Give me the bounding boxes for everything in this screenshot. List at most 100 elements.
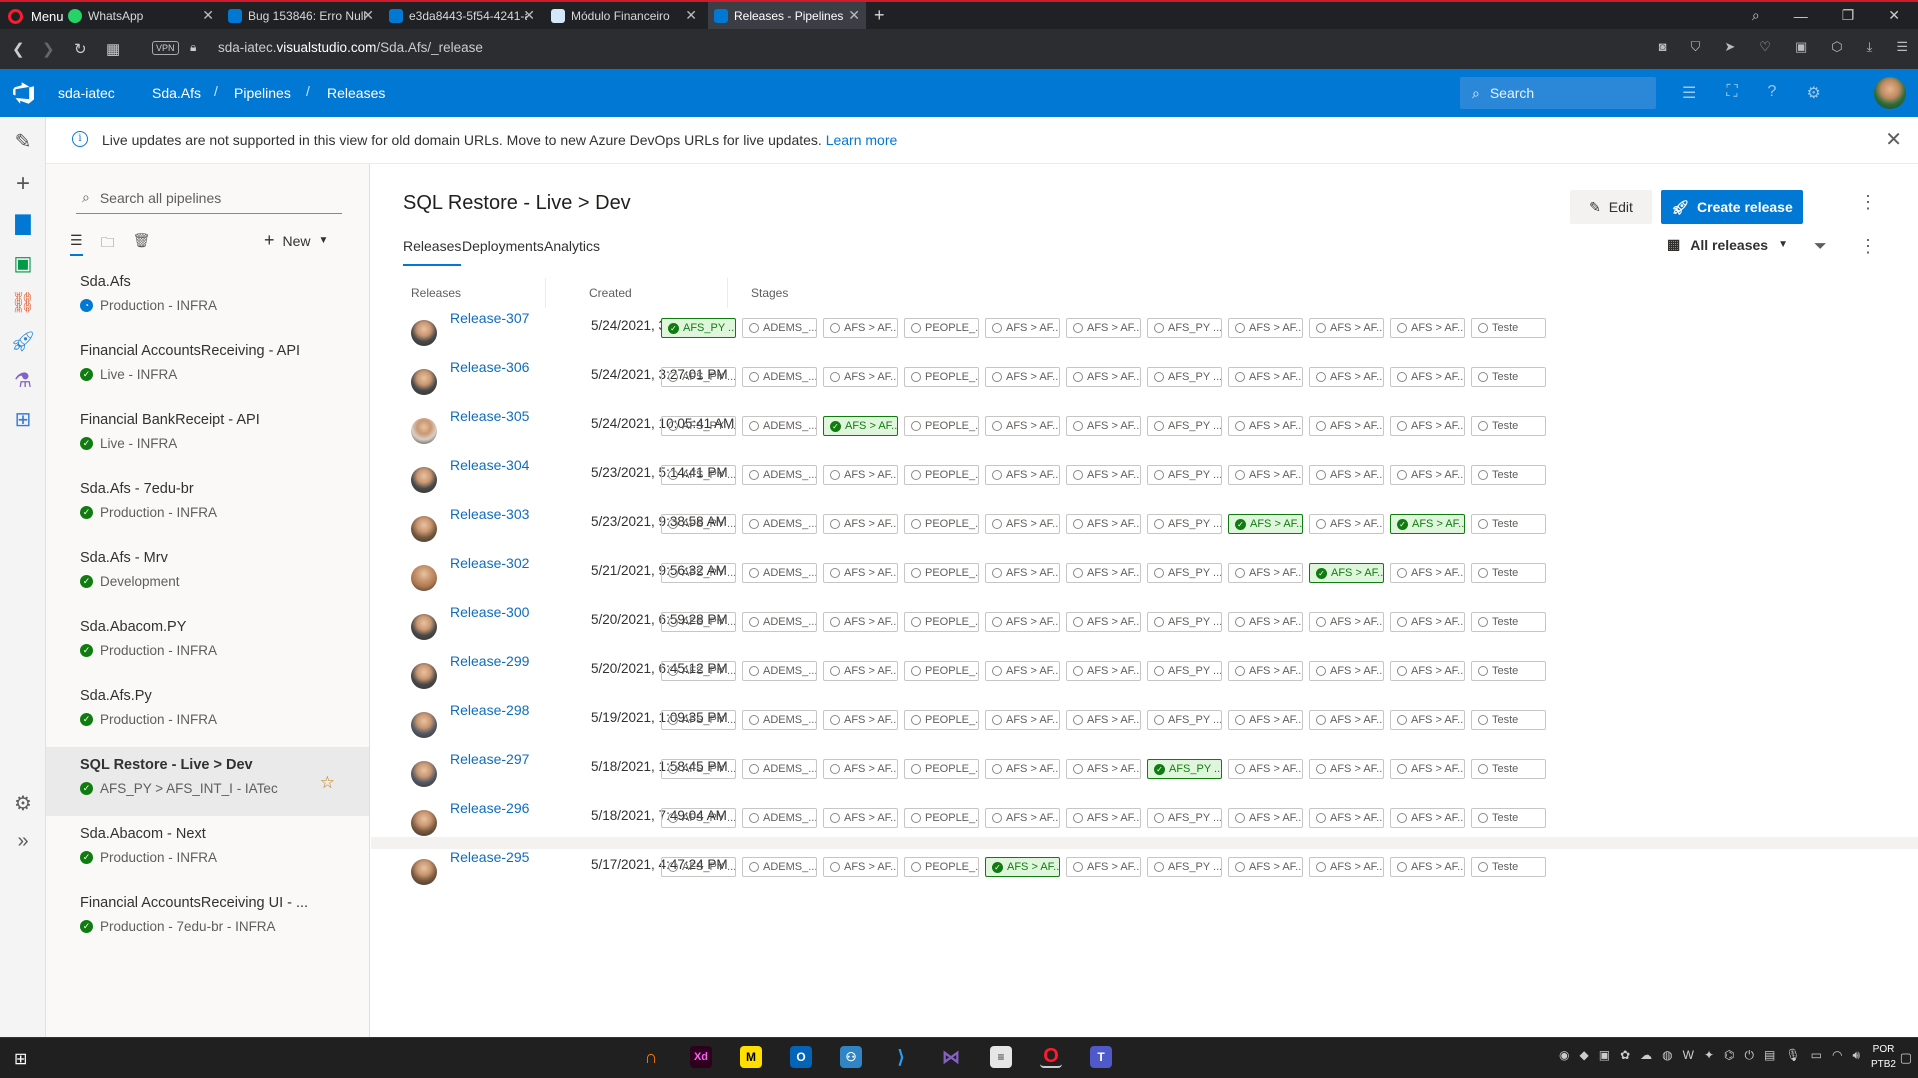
- pipelines-icon[interactable]: 🚀︎: [10, 329, 35, 353]
- stage-not-deployed[interactable]: AFS > AF...: [1309, 514, 1384, 534]
- stage-not-deployed[interactable]: PEOPLE_...: [904, 318, 979, 338]
- stage-not-deployed[interactable]: AFS > AF...: [823, 661, 898, 681]
- stage-succeeded[interactable]: ✓ AFS > AF...: [823, 416, 898, 436]
- stage-not-deployed[interactable]: AFS > AF...: [1390, 857, 1465, 877]
- stage-not-deployed[interactable]: ADEMS_...: [742, 857, 817, 877]
- pipeline-item[interactable]: Financial AccountsReceiving UI - ... ✓ Pr…: [46, 885, 369, 954]
- pipeline-item[interactable]: Sda.Afs.Py ✓ Production - INFRA: [46, 678, 369, 747]
- opera-menu-button[interactable]: Menu: [8, 6, 64, 26]
- stage-not-deployed[interactable]: Teste: [1471, 612, 1546, 632]
- release-row[interactable]: Release-306 5/24/2021, 3:27:01 PM AFS_PY .…: [371, 359, 1918, 408]
- stage-not-deployed[interactable]: AFS_PY ...: [661, 661, 736, 681]
- stage-not-deployed[interactable]: ADEMS_...: [742, 661, 817, 681]
- release-row[interactable]: Release-307 5/24/2021, 3:38:37 PM ✓ AFS_PY …: [371, 310, 1918, 359]
- stage-not-deployed[interactable]: ADEMS_...: [742, 465, 817, 485]
- box-icon[interactable]: ⬡: [1831, 39, 1842, 55]
- release-row[interactable]: Release-295 5/17/2021, 4:47:24 PM AFS_PY .…: [371, 849, 1918, 898]
- tray-app-icon[interactable]: ⏻: [1745, 1048, 1755, 1063]
- close-tab-icon[interactable]: ✕: [848, 7, 860, 24]
- headset-app-icon[interactable]: ∩: [640, 1046, 662, 1068]
- tray-app-icon[interactable]: ▤: [1764, 1048, 1775, 1063]
- stage-not-deployed[interactable]: AFS > AF...: [1390, 367, 1465, 387]
- artifacts-icon[interactable]: ⊞: [11, 407, 35, 431]
- tab-releases-pipelines[interactable]: Releases - Pipelines ✕: [708, 2, 866, 29]
- overview-icon[interactable]: ▇: [11, 211, 35, 235]
- stage-not-deployed[interactable]: AFS > AF...: [985, 808, 1060, 828]
- microphone-icon[interactable]: 🎙︎: [1785, 1048, 1800, 1063]
- stage-not-deployed[interactable]: AFS > AF...: [823, 514, 898, 534]
- tray-app-icon[interactable]: ✿: [1620, 1048, 1630, 1063]
- stage-not-deployed[interactable]: AFS > AF...: [1066, 661, 1141, 681]
- close-tab-icon[interactable]: ✕: [362, 7, 374, 24]
- new-tab-button[interactable]: +: [868, 2, 892, 29]
- stage-not-deployed[interactable]: AFS > AF...: [1390, 612, 1465, 632]
- stage-not-deployed[interactable]: PEOPLE_...: [904, 759, 979, 779]
- stage-not-deployed[interactable]: AFS > AF...: [823, 857, 898, 877]
- repos-icon[interactable]: ⛓: [10, 290, 35, 314]
- stage-succeeded[interactable]: ✓ AFS > AF...: [1228, 514, 1303, 534]
- stage-not-deployed[interactable]: AFS > AF...: [823, 710, 898, 730]
- tab-deployments[interactable]: Deployments: [462, 238, 544, 266]
- stage-not-deployed[interactable]: AFS_PY ...: [661, 563, 736, 583]
- stage-not-deployed[interactable]: AFS_PY ...: [661, 857, 736, 877]
- shield-icon[interactable]: ⛉: [1691, 39, 1701, 55]
- release-row[interactable]: Release-305 5/24/2021, 10:05:41 AM AFS_PY …: [371, 408, 1918, 457]
- release-link[interactable]: Release-297: [450, 751, 529, 767]
- stage-not-deployed[interactable]: AFS > AF...: [1309, 759, 1384, 779]
- onedrive-icon[interactable]: ☁: [1640, 1048, 1652, 1063]
- user-avatar[interactable]: [1874, 77, 1906, 109]
- stage-not-deployed[interactable]: AFS_PY ...: [661, 612, 736, 632]
- release-row[interactable]: Release-298 5/19/2021, 1:09:35 PM AFS_PY .…: [371, 702, 1918, 751]
- stage-not-deployed[interactable]: AFS_PY ...: [661, 367, 736, 387]
- stage-not-deployed[interactable]: Teste: [1471, 465, 1546, 485]
- stage-not-deployed[interactable]: AFS > AF...: [1309, 661, 1384, 681]
- learn-more-link[interactable]: Learn more: [826, 132, 898, 148]
- stage-not-deployed[interactable]: AFS_PY ...: [1147, 563, 1222, 583]
- stage-not-deployed[interactable]: AFS_PY ...: [661, 514, 736, 534]
- release-link[interactable]: Release-303: [450, 506, 529, 522]
- stage-not-deployed[interactable]: ADEMS_...: [742, 759, 817, 779]
- network-app-icon[interactable]: ⚇: [840, 1046, 862, 1068]
- stage-not-deployed[interactable]: AFS > AF...: [1390, 318, 1465, 338]
- reload-icon[interactable]: ↻: [74, 40, 87, 58]
- tab-modulo-financeiro[interactable]: Módulo Financeiro ✕: [545, 2, 703, 29]
- stage-not-deployed[interactable]: AFS > AF...: [1390, 710, 1465, 730]
- pipeline-item[interactable]: Sda.Abacom.PY ✓ Production - INFRA: [46, 609, 369, 678]
- tab-whatsapp[interactable]: WhatsApp ✕: [62, 2, 220, 29]
- stage-not-deployed[interactable]: Teste: [1471, 563, 1546, 583]
- stage-not-deployed[interactable]: Teste: [1471, 710, 1546, 730]
- stage-not-deployed[interactable]: AFS > AF...: [1228, 563, 1303, 583]
- stage-not-deployed[interactable]: AFS > AF...: [1228, 612, 1303, 632]
- more-actions-icon[interactable]: ⋮: [1859, 192, 1877, 213]
- stage-not-deployed[interactable]: AFS > AF...: [1066, 563, 1141, 583]
- stage-not-deployed[interactable]: AFS_PY ...: [1147, 318, 1222, 338]
- stage-not-deployed[interactable]: Teste: [1471, 367, 1546, 387]
- heart-icon[interactable]: ♡: [1759, 39, 1771, 55]
- tray-app-icon[interactable]: ⌬: [1724, 1048, 1734, 1063]
- tray-app-icon[interactable]: ✦: [1704, 1048, 1714, 1063]
- tray-app-icon[interactable]: ◆: [1580, 1048, 1589, 1063]
- breadcrumb-pipelines[interactable]: Pipelines: [234, 69, 291, 117]
- tray-app-icon[interactable]: ◉: [1559, 1048, 1569, 1063]
- stage-not-deployed[interactable]: AFS > AF...: [1309, 367, 1384, 387]
- stage-not-deployed[interactable]: ADEMS_...: [742, 367, 817, 387]
- stage-not-deployed[interactable]: ADEMS_...: [742, 514, 817, 534]
- stage-not-deployed[interactable]: AFS > AF...: [823, 318, 898, 338]
- tab-guid[interactable]: e3da8443-5f54-4241-a3e0 ✕: [383, 2, 541, 29]
- stage-not-deployed[interactable]: AFS > AF...: [1228, 661, 1303, 681]
- teams-icon[interactable]: T: [1090, 1046, 1112, 1068]
- stage-not-deployed[interactable]: AFS > AF...: [1228, 367, 1303, 387]
- stage-not-deployed[interactable]: AFS > AF...: [823, 563, 898, 583]
- stage-not-deployed[interactable]: AFS > AF...: [985, 367, 1060, 387]
- filter-icon[interactable]: ⏷: [1814, 238, 1827, 256]
- stage-not-deployed[interactable]: AFS_PY ...: [1147, 857, 1222, 877]
- stage-succeeded[interactable]: ✓ AFS > AF...: [985, 857, 1060, 877]
- tab-analytics[interactable]: Analytics: [544, 238, 600, 266]
- stage-succeeded[interactable]: ✓ AFS_PY ...: [1147, 759, 1222, 779]
- help-icon[interactable]: ?: [1768, 83, 1777, 103]
- stage-not-deployed[interactable]: AFS > AF...: [1066, 710, 1141, 730]
- stage-not-deployed[interactable]: AFS_PY ...: [1147, 808, 1222, 828]
- breadcrumb-project[interactable]: Sda.Afs: [152, 69, 201, 117]
- stage-not-deployed[interactable]: AFS > AF...: [1228, 318, 1303, 338]
- stage-not-deployed[interactable]: PEOPLE_...: [904, 465, 979, 485]
